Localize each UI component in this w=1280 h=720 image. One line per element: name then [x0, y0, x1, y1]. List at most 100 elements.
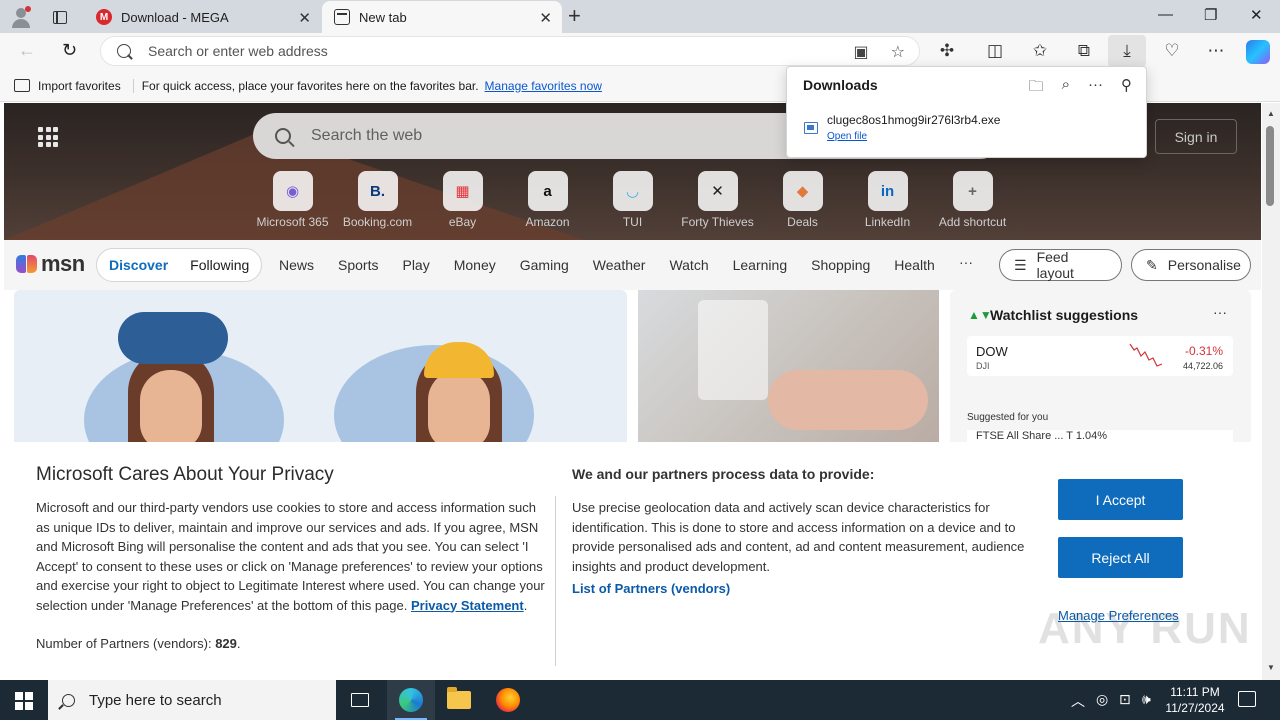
- tab-new-tab[interactable]: New tab ✕: [322, 1, 562, 33]
- sign-in-button[interactable]: Sign in: [1155, 119, 1237, 154]
- search-icon: [62, 693, 75, 707]
- task-view-button[interactable]: [336, 680, 384, 720]
- close-tab-icon[interactable]: ✕: [539, 9, 552, 27]
- scroll-down-icon[interactable]: ▼: [1267, 663, 1275, 672]
- more-categories-icon[interactable]: ···: [959, 254, 973, 270]
- date: 11/27/2024: [1165, 701, 1225, 715]
- newtab-icon: [334, 9, 350, 25]
- stock-price: 44,722.06: [1182, 361, 1223, 371]
- shortcut-forty-thieves[interactable]: ✕ Forty Thieves: [675, 171, 760, 229]
- manage-preferences-link[interactable]: Manage Preferences: [1058, 608, 1179, 623]
- back-arrow-icon[interactable]: ←: [18, 40, 36, 61]
- tab-actions-icon[interactable]: [49, 6, 71, 28]
- stock-row-dow[interactable]: DOW DJI -0.31% 44,722.06: [967, 336, 1233, 376]
- taskbar-search-box[interactable]: Type here to search: [48, 680, 336, 720]
- import-favorites-button[interactable]: Import favorites: [14, 78, 134, 93]
- download-arrow-icon[interactable]: ⤓: [1117, 41, 1137, 61]
- purposes-title: We and our partners process data to prov…: [572, 466, 875, 482]
- scroll-thumb[interactable]: [1266, 126, 1274, 206]
- open-folder-icon[interactable]: 🗀: [1029, 76, 1044, 101]
- hand-shape: [768, 370, 928, 430]
- search-downloads-icon[interactable]: ⌕: [1062, 76, 1070, 101]
- divider: [555, 496, 556, 666]
- shortcut-deals[interactable]: ◆ Deals: [760, 171, 845, 229]
- reject-all-button[interactable]: Reject All: [1058, 537, 1183, 578]
- manage-favorites-link[interactable]: Manage favorites now: [485, 79, 602, 93]
- shortcut-label: LinkedIn: [864, 215, 911, 229]
- reload-icon[interactable]: ↻: [62, 40, 77, 61]
- ebay-icon: ▦: [442, 171, 483, 211]
- notifications-icon[interactable]: [1238, 691, 1256, 707]
- more-options-icon[interactable]: ···: [1213, 304, 1227, 320]
- nav-news[interactable]: News: [279, 257, 314, 273]
- tab-mega-download[interactable]: M Download - MEGA ✕: [84, 1, 321, 33]
- taskbar-edge[interactable]: [387, 680, 435, 720]
- nav-gaming[interactable]: Gaming: [520, 257, 569, 273]
- stock-row-ftse[interactable]: FTSE All Share ... T 1.04%: [967, 430, 1233, 442]
- watchlist-title: Watchlist suggestions: [990, 307, 1139, 323]
- clock[interactable]: 11:11 PM 11/27/2024: [1160, 684, 1230, 716]
- msn-logo[interactable]: msn: [16, 251, 85, 277]
- taskbar-file-explorer[interactable]: [435, 680, 483, 720]
- shortcut-tui[interactable]: ◡ TUI: [590, 171, 675, 229]
- copilot-icon[interactable]: [1246, 40, 1270, 64]
- stock-subtitle: DJI: [976, 361, 990, 371]
- address-bar[interactable]: Search or enter web address ▣ ☆: [100, 36, 920, 66]
- more-menu-icon[interactable]: ⋯: [1206, 41, 1226, 61]
- taskbar-firefox[interactable]: [484, 680, 532, 720]
- open-file-link[interactable]: Open file: [827, 131, 867, 142]
- more-options-icon[interactable]: ···: [1088, 76, 1103, 101]
- nav-weather[interactable]: Weather: [593, 257, 646, 273]
- network-icon[interactable]: ⊡: [1119, 691, 1131, 708]
- search-icon: [275, 128, 291, 144]
- sliders-icon: ☰: [1014, 256, 1027, 273]
- tab-following[interactable]: Following: [190, 257, 249, 273]
- tray-chevron-icon[interactable]: ︿: [1071, 691, 1085, 711]
- windows-start-icon[interactable]: [15, 692, 33, 710]
- nav-sports[interactable]: Sports: [338, 257, 378, 273]
- shortcut-booking-com[interactable]: B. Booking.com: [335, 171, 420, 229]
- restore-icon[interactable]: ❐: [1204, 6, 1217, 24]
- close-tab-icon[interactable]: ✕: [298, 9, 311, 27]
- minimize-icon[interactable]: —: [1158, 6, 1173, 23]
- pin-icon[interactable]: ⚲: [1121, 76, 1132, 101]
- nav-shopping[interactable]: Shopping: [811, 257, 870, 273]
- immersive-reader-icon[interactable]: ▣: [854, 42, 869, 62]
- extensions-icon[interactable]: ✣: [937, 41, 957, 61]
- meet-now-icon[interactable]: ◎: [1096, 691, 1108, 708]
- accept-button[interactable]: I Accept: [1058, 479, 1183, 520]
- download-file-name[interactable]: clugec8os1hmog9ir276l3rb4.exe: [827, 113, 1000, 127]
- nav-learning[interactable]: Learning: [733, 257, 788, 273]
- app-launcher-icon[interactable]: [38, 127, 58, 147]
- browser-toolbar: ← ↻ Search or enter web address ▣ ☆ ✣ ◫ …: [0, 33, 1280, 70]
- scroll-up-icon[interactable]: ▲: [1267, 109, 1275, 118]
- news-card-illustration[interactable]: [14, 290, 627, 442]
- close-window-icon[interactable]: ✕: [1250, 6, 1263, 24]
- page-scrollbar[interactable]: ▲ ▼: [1262, 103, 1280, 680]
- shortcut-ebay[interactable]: ▦ eBay: [420, 171, 505, 229]
- shortcut-microsoft-365[interactable]: ◉ Microsoft 365: [250, 171, 335, 229]
- privacy-consent-banner: Microsoft Cares About Your Privacy Micro…: [4, 442, 1261, 678]
- profile-avatar-icon[interactable]: [10, 6, 32, 28]
- new-tab-plus-icon[interactable]: +: [568, 4, 581, 28]
- privacy-statement-link[interactable]: Privacy Statement: [411, 598, 524, 613]
- nav-money[interactable]: Money: [454, 257, 496, 273]
- browser-essentials-icon[interactable]: ♡: [1162, 41, 1182, 61]
- list-of-partners-link[interactable]: List of Partners (vendors): [572, 581, 730, 596]
- feed-layout-button[interactable]: ☰ Feed layout: [999, 249, 1122, 281]
- volume-icon[interactable]: 🕪: [1142, 691, 1151, 708]
- news-card-photo[interactable]: [638, 290, 939, 442]
- purposes-body: Use precise geolocation data and activel…: [572, 500, 1025, 574]
- shortcut-linkedin[interactable]: in LinkedIn: [845, 171, 930, 229]
- nav-play[interactable]: Play: [402, 257, 429, 273]
- nav-health[interactable]: Health: [894, 257, 934, 273]
- favorites-icon[interactable]: ✩: [1030, 41, 1050, 61]
- collections-icon[interactable]: ⧉: [1074, 41, 1094, 61]
- nav-watch[interactable]: Watch: [669, 257, 708, 273]
- personalise-button[interactable]: ✎ Personalise: [1131, 249, 1251, 281]
- shortcut-add-shortcut[interactable]: + Add shortcut: [930, 171, 1015, 229]
- shortcut-amazon[interactable]: a Amazon: [505, 171, 590, 229]
- tab-discover[interactable]: Discover: [109, 257, 168, 273]
- split-screen-icon[interactable]: ◫: [985, 41, 1005, 61]
- favorite-star-icon[interactable]: ☆: [891, 42, 905, 62]
